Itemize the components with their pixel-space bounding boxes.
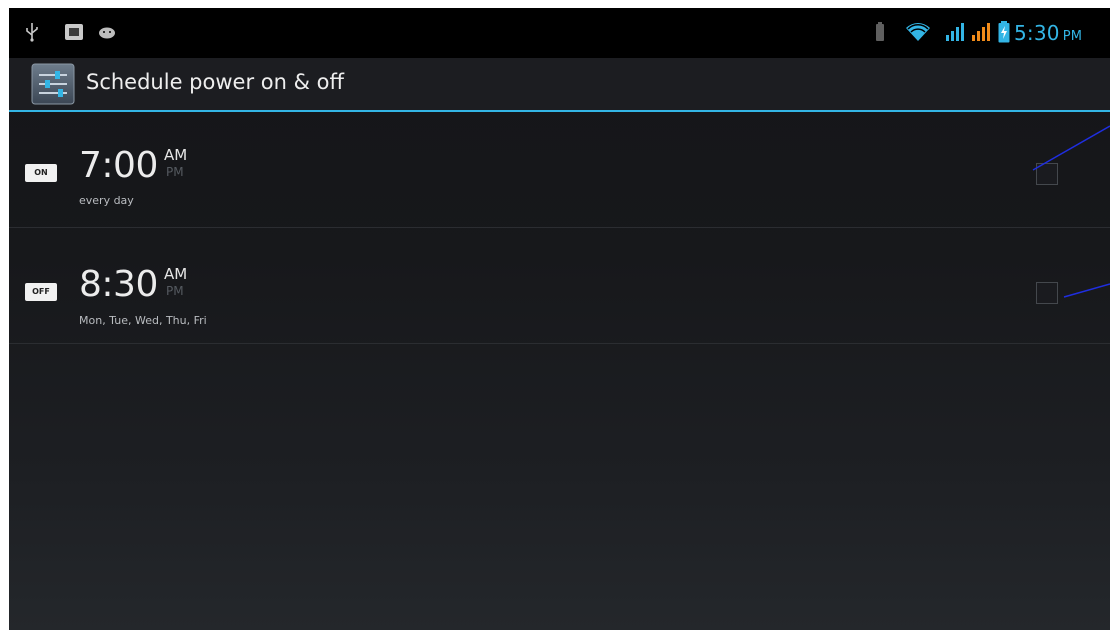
settings-sliders-icon[interactable] bbox=[31, 63, 75, 105]
android-icon bbox=[99, 27, 115, 39]
schedule-pm-label: PM bbox=[166, 284, 184, 298]
status-clock: 5:30 PM bbox=[1014, 21, 1082, 45]
schedule-repeat-days: Mon, Tue, Wed, Thu, Fri bbox=[79, 314, 207, 327]
power-on-badge: ON bbox=[25, 164, 57, 182]
schedule-am-label: AM bbox=[164, 146, 188, 164]
image-notification-icon bbox=[65, 24, 83, 40]
schedule-am-label: AM bbox=[164, 265, 188, 283]
battery-small-icon bbox=[876, 22, 884, 41]
schedule-time: 8:30 bbox=[79, 264, 158, 305]
status-bar: 5:30 PM bbox=[9, 8, 1110, 58]
schedule-enable-checkbox[interactable] bbox=[1036, 282, 1058, 304]
schedule-time: 7:00 bbox=[79, 145, 158, 186]
signal-icon bbox=[946, 23, 964, 41]
action-bar: Schedule power on & off bbox=[9, 58, 1110, 110]
schedule-repeat-days: every day bbox=[79, 194, 134, 207]
device-screen: 5:30 PM Schedule power on & off ON 7:00 A… bbox=[9, 8, 1110, 630]
wifi-icon bbox=[906, 23, 930, 41]
schedule-row-power-off[interactable]: OFF 8:30 AM PM Mon, Tue, Wed, Thu, Fri bbox=[9, 228, 1110, 343]
page-title: Schedule power on & off bbox=[86, 70, 344, 94]
power-off-badge: OFF bbox=[25, 283, 57, 301]
schedule-row-power-on[interactable]: ON 7:00 AM PM every day bbox=[9, 112, 1110, 227]
status-time-value: 5:30 bbox=[1014, 21, 1060, 45]
battery-icon bbox=[998, 21, 1010, 43]
row-divider bbox=[9, 343, 1110, 344]
usb-icon bbox=[26, 23, 38, 42]
schedule-pm-label: PM bbox=[166, 165, 184, 179]
status-ampm: PM bbox=[1062, 29, 1083, 44]
signal-icon bbox=[972, 23, 990, 41]
schedule-enable-checkbox[interactable] bbox=[1036, 163, 1058, 185]
